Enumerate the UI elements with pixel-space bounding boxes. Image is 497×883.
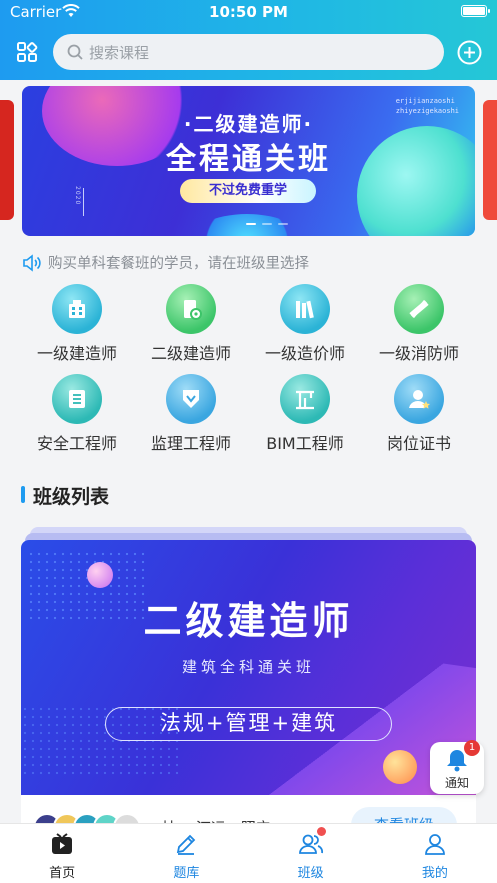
class-cover[interactable]: 二级建造师 建筑全科通关班 法规+管理+建筑 [21,540,476,795]
carousel-indicator [246,223,288,225]
search-placeholder: 搜索课程 [89,43,150,62]
section-title: 班级列表 [21,482,109,509]
wifi-icon [62,4,80,22]
notification-badge: 1 [464,740,480,756]
books-icon [280,284,330,334]
gear-document-icon [166,284,216,334]
tab-bar: 首页 题库 班级 我的 [0,823,497,883]
notice-text: 购买单科套餐班的学员，请在班级里选择 [48,256,309,272]
person-star-icon [394,374,444,424]
tab-question-bank[interactable]: 题库 [124,824,248,883]
banner-pill: 不过免费重学 [180,179,316,203]
crane-icon [280,374,330,424]
book-icon [52,374,102,424]
notice-bar: 购买单科套餐班的学员，请在班级里选择 [22,252,309,273]
search-icon [67,44,83,60]
category-label: 监理工程师 [150,434,231,453]
status-bar: Carrier 10:50 PM [10,3,490,23]
category-label: 岗位证书 [386,434,451,453]
promo-banner[interactable]: erjijianzaoshi zhiyezigekaoshi 2020 ·二级建… [22,86,475,236]
banner-title-large: 全程通关班 [166,142,331,177]
category-item[interactable]: BIM工程师 [245,374,365,454]
clock: 10:50 PM [209,3,288,21]
category-item[interactable]: 一级消防师 [359,284,479,364]
class-card[interactable]: 二级建造师 建筑全科通关班 法规+管理+建筑 林… 汀运、照宁… 查看班级 [21,540,476,830]
shield-down-icon [166,374,216,424]
user-icon [424,834,445,855]
tab-label: 班级 [297,866,324,881]
category-label: 一级造价师 [264,344,345,363]
unread-dot [316,827,326,836]
top-header: Carrier 10:50 PM 搜索课程 [0,0,497,80]
banner-title-small: ·二级建造师· [183,112,314,136]
category-label: BIM工程师 [266,434,344,453]
category-item[interactable]: 一级造价师 [245,284,365,364]
class-subtitle: 建筑全科通关班 [181,658,315,676]
tab-home[interactable]: 首页 [0,824,124,883]
building-icon [52,284,102,334]
category-item[interactable]: 一级建造师 [17,284,137,364]
notification-button[interactable]: 通知 1 [430,740,484,794]
category-label: 安全工程师 [36,434,117,453]
add-circle-icon[interactable] [457,40,482,65]
ruler-pencil-icon [394,284,444,334]
carousel-prev-slide[interactable] [0,100,14,220]
tab-mine[interactable]: 我的 [373,824,497,883]
category-item[interactable]: 岗位证书 [359,374,479,454]
category-item[interactable]: 监理工程师 [131,374,251,454]
tab-label: 题库 [173,866,200,881]
tab-class[interactable]: 班级 [249,824,373,883]
notification-label: 通知 [444,776,469,790]
category-item[interactable]: 二级建造师 [131,284,251,364]
category-label: 一级建造师 [36,344,117,363]
carrier-label: Carrier [10,3,62,21]
battery-icon [461,5,490,17]
search-input[interactable]: 搜索课程 [53,34,444,70]
tab-label: 我的 [421,866,448,881]
carousel-next-slide[interactable] [483,100,497,220]
tab-label: 首页 [49,866,76,881]
speaker-icon [23,253,41,272]
pencil-icon [177,834,196,855]
category-label: 二级建造师 [150,344,231,363]
class-subjects: 法规+管理+建筑 [105,707,392,741]
category-grid-icon[interactable] [16,41,38,63]
tv-icon [52,833,73,854]
class-title: 二级建造师 [143,599,354,643]
category-label: 一级消防师 [378,344,459,363]
category-item[interactable]: 安全工程师 [17,374,137,454]
banner-vertical-text: 2020 [74,186,81,206]
